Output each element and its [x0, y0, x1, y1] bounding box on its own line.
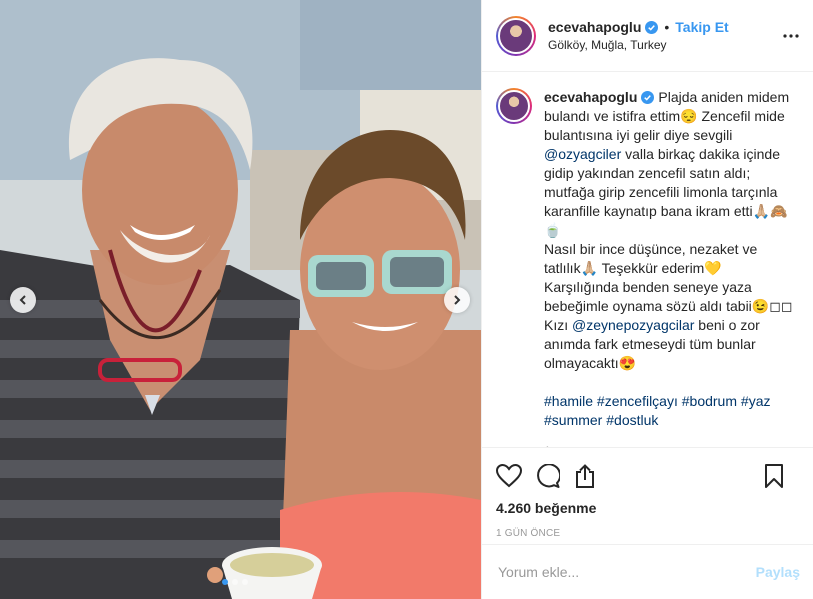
carousel-dot — [222, 579, 228, 585]
hashtag-link[interactable]: #dostluk — [606, 412, 658, 428]
verified-badge-icon — [645, 20, 659, 34]
hashtag-link[interactable]: #yaz — [741, 393, 771, 409]
post-timestamp[interactable]: 1 GÜN ÖNCE — [496, 528, 798, 539]
caption-username[interactable]: ecevahapoglu — [544, 89, 637, 105]
save-button[interactable] — [764, 463, 784, 489]
chevron-left-icon — [19, 295, 26, 305]
hashtag-link[interactable]: #hamile — [544, 393, 593, 409]
likes-count[interactable]: 4.260 beğenme — [496, 500, 798, 516]
more-options-icon[interactable] — [783, 28, 799, 44]
post-actions: 4.260 beğenme 1 GÜN ÖNCE — [482, 447, 813, 539]
chevron-right-icon — [454, 295, 461, 305]
bookmark-icon — [765, 464, 783, 488]
post-caption: ecevahapoglu Plajda aniden midem bulandı … — [496, 88, 797, 430]
hashtag-link[interactable]: #summer — [544, 412, 602, 428]
caption-text: Karşılığında benden seneye yaza bebeğiml… — [544, 279, 793, 314]
hashtag-list: #hamile #zencefilçayı #bodrum #yaz #summ… — [544, 392, 797, 430]
share-button[interactable] — [574, 464, 596, 488]
post-header: ecevahapoglu • Takip Et Gölköy, Muğla, T… — [482, 0, 813, 72]
post-photo[interactable] — [0, 0, 481, 599]
add-comment-bar: Paylaş — [482, 544, 813, 599]
caption-avatar[interactable] — [496, 88, 532, 124]
post-sidebar: ecevahapoglu • Takip Et Gölköy, Muğla, T… — [481, 0, 813, 599]
hashtag-link[interactable]: #bodrum — [682, 393, 737, 409]
username-link[interactable]: ecevahapoglu — [548, 19, 641, 35]
mention-link[interactable]: @ozyagciler — [544, 146, 621, 162]
comments-section[interactable]: ecevahapoglu Plajda aniden midem bulandı … — [482, 72, 813, 447]
like-button[interactable] — [496, 464, 522, 488]
carousel-dot — [232, 579, 238, 585]
caption-text: Nasıl bir ince düşünce, nezaket ve tatlı… — [544, 241, 758, 276]
mention-link[interactable]: @zeynepozyagcilar — [572, 317, 694, 333]
verified-badge-icon — [641, 91, 655, 104]
separator-dot: • — [664, 19, 670, 35]
post-comment-button[interactable]: Paylaş — [756, 564, 800, 580]
comment-button[interactable] — [536, 464, 560, 488]
location-link[interactable]: Gölköy, Muğla, Turkey — [548, 38, 729, 52]
carousel-dot — [242, 579, 248, 585]
carousel-prev-button[interactable] — [10, 287, 36, 313]
share-icon — [576, 464, 594, 488]
comment-input[interactable] — [498, 564, 756, 580]
caption-text: Kızı — [544, 317, 573, 333]
photo-scene — [0, 0, 481, 599]
comment-icon — [537, 464, 560, 488]
carousel-indicator — [222, 579, 248, 585]
follow-button[interactable]: Takip Et — [675, 19, 728, 35]
hashtag-link[interactable]: #zencefilçayı — [597, 393, 678, 409]
carousel-next-button[interactable] — [444, 287, 470, 313]
heart-icon — [496, 464, 522, 488]
avatar[interactable] — [496, 15, 536, 56]
